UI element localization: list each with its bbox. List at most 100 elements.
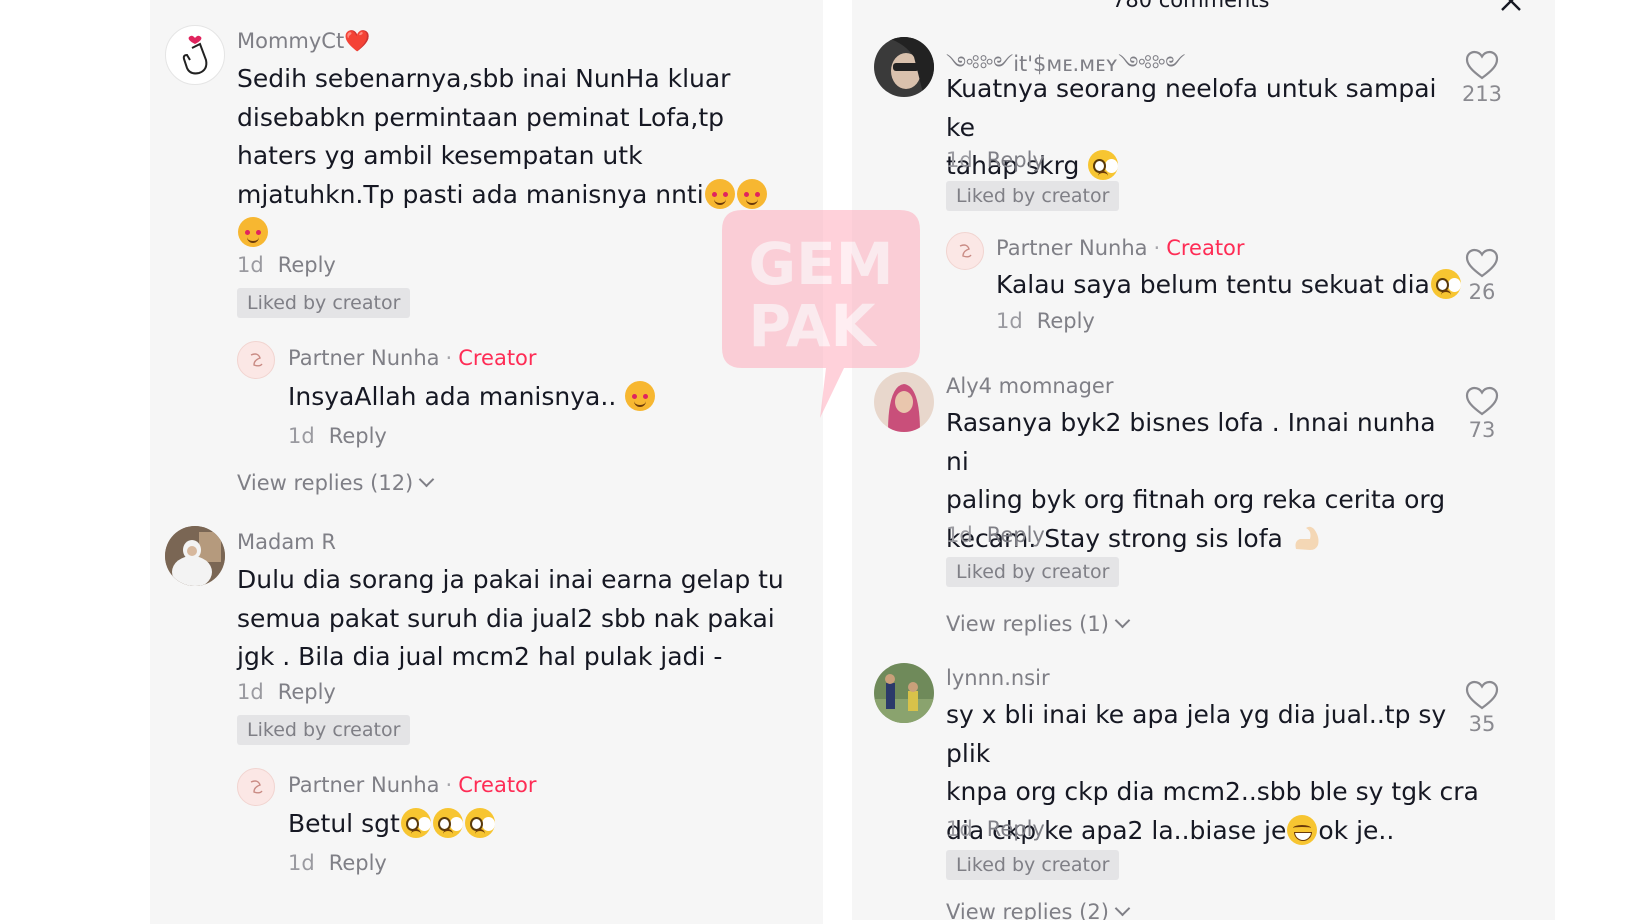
heart-icon — [1465, 680, 1499, 710]
flexed-biceps-emoji-icon — [1292, 523, 1326, 553]
like-button[interactable]: 35 — [1452, 680, 1512, 736]
speech-bubble-logo-icon: GEM PAK — [722, 210, 920, 418]
reply-button[interactable]: Reply — [987, 817, 1045, 841]
timestamp: 1d — [946, 817, 973, 841]
like-button[interactable]: 26 — [1452, 248, 1512, 304]
like-count: 26 — [1468, 280, 1496, 304]
reply-meta: 1d Reply — [288, 424, 387, 448]
comment-line: Sedih sebenarnya,sbb inai NunHa kluar — [237, 64, 731, 93]
comment-line: haters yg ambil kesempatan utk — [237, 141, 643, 170]
creator-badge: Creator — [458, 773, 537, 797]
avatar-lynnn-nsir[interactable] — [874, 663, 934, 723]
reply-button[interactable]: Reply — [329, 851, 387, 875]
like-count: 213 — [1461, 82, 1503, 106]
comment-line: mjatuhkn.Tp pasti ada manisnya nnti — [237, 179, 704, 209]
username[interactable]: Partner Nunha — [288, 346, 440, 370]
reply-username-line: Partner Nunha · Creator — [288, 773, 537, 797]
avatar-partner-nunha[interactable] — [946, 232, 984, 270]
comment-line: jgk . Bila dia jual mcm2 hal pulak jadi … — [237, 642, 723, 671]
timestamp: 1d — [288, 851, 315, 875]
reply-button[interactable]: Reply — [278, 253, 336, 277]
reply-button[interactable]: Reply — [987, 523, 1045, 547]
timestamp: 1d — [237, 253, 264, 277]
avatar-madam-r[interactable] — [165, 526, 225, 586]
reply-button[interactable]: Reply — [278, 680, 336, 704]
separator-dot: · — [445, 773, 453, 797]
pleading-face-emoji-icon — [464, 808, 495, 838]
reply-text: Betul sgt — [288, 805, 496, 844]
separator-dot: · — [1153, 236, 1161, 260]
grinning-sweat-emoji-icon — [1287, 814, 1318, 845]
reply-button[interactable]: Reply — [987, 148, 1045, 172]
like-button[interactable]: 213 — [1452, 50, 1512, 106]
reply-text: Kalau saya belum tentu sekuat dia — [996, 266, 1462, 305]
creator-badge: Creator — [1166, 236, 1245, 260]
comment-line: semua pakat suruh dia jual2 sbb nak paka… — [237, 603, 775, 633]
username[interactable]: MommyCt❤️ — [237, 29, 370, 54]
view-replies-label: View replies (1) — [946, 612, 1109, 636]
watermark-line2: PAK — [748, 292, 877, 360]
avatar-mommyct[interactable] — [165, 25, 225, 85]
liked-by-creator-badge: Liked by creator — [946, 850, 1120, 880]
pleading-face-emoji-icon — [1088, 150, 1119, 180]
comment-meta: 1d Reply — [237, 253, 336, 277]
reply-button[interactable]: Reply — [329, 424, 387, 448]
username[interactable]: Aly4 momnager — [946, 374, 1114, 398]
timestamp: 1d — [946, 148, 973, 172]
like-count: 73 — [1468, 418, 1496, 442]
reply-username-line: Partner Nunha · Creator — [288, 346, 537, 370]
comment-line: disebabkn permintaan peminat Lofa,tp — [237, 102, 724, 132]
right-comment-panel: 780 comments ༺༻it'$ᴍᴇ.ᴍᴇʏ༺༻ Kuatnya seor… — [852, 0, 1555, 920]
view-replies-button[interactable]: View replies (2) — [946, 900, 1131, 920]
avatar-partner-nunha[interactable] — [237, 341, 275, 379]
smiling-hearts-emoji-icon — [704, 178, 735, 209]
reply-meta: 1d Reply — [996, 309, 1095, 333]
timestamp: 1d — [946, 523, 973, 547]
comment-meta: 1d Reply — [946, 523, 1045, 547]
like-count: 35 — [1468, 712, 1496, 736]
comment-line: paling byk org fitnah org reka cerita or… — [946, 485, 1446, 514]
smiling-hearts-emoji-icon — [625, 381, 656, 411]
username[interactable]: Partner Nunha — [288, 773, 440, 797]
comment-line: Dulu dia sorang ja pakai inai earna gela… — [237, 565, 784, 594]
comment-text: Dulu dia sorang ja pakai inai earna gela… — [237, 561, 807, 677]
avatar-partner-nunha[interactable] — [237, 768, 275, 806]
reply-text-content: Kalau saya belum tentu sekuat dia — [996, 270, 1430, 299]
heart-icon — [1465, 50, 1499, 80]
comment-meta: 1d Reply — [237, 680, 336, 704]
creator-badge: Creator — [458, 346, 537, 370]
smiling-hearts-emoji-icon — [238, 217, 268, 247]
comment-line: sy x bli inai ke apa jela yg dia jual..t… — [946, 700, 1447, 768]
username[interactable]: lynnn.nsir — [946, 666, 1050, 690]
comment-line: knpa org ckp dia mcm2..sbb ble sy tgk cr… — [946, 777, 1479, 806]
smiling-hearts-emoji-icon — [736, 178, 767, 209]
user-photo-icon — [165, 526, 225, 586]
comment-line: Rasanya byk2 bisnes lofa . Innai nunha n… — [946, 408, 1436, 476]
reply-text-content: InsyaAllah ada manisnya.. — [288, 382, 617, 411]
avatar-itsme-mey[interactable] — [874, 37, 934, 97]
user-photo-icon — [874, 663, 934, 723]
brand-logo-icon — [959, 244, 972, 258]
brand-logo-icon — [250, 780, 263, 794]
chevron-down-icon — [1114, 900, 1131, 917]
comment-line: Kuatnya seorang neelofa untuk sampai ke — [946, 74, 1437, 142]
username[interactable]: Partner Nunha — [996, 236, 1148, 260]
reply-button[interactable]: Reply — [1037, 309, 1095, 333]
view-replies-button[interactable]: View replies (12) — [237, 471, 435, 495]
close-icon[interactable] — [1500, 0, 1522, 14]
view-replies-button[interactable]: View replies (1) — [946, 612, 1131, 636]
like-button[interactable]: 73 — [1452, 386, 1512, 442]
comment-meta: 1d Reply — [946, 148, 1045, 172]
timestamp: 1d — [996, 309, 1023, 333]
comment-count: 780 comments — [1112, 0, 1270, 12]
reply-meta: 1d Reply — [288, 851, 387, 875]
user-photo-icon — [874, 37, 934, 97]
pleading-face-emoji-icon — [400, 808, 431, 838]
chevron-down-icon — [418, 471, 435, 488]
username[interactable]: Madam R — [237, 530, 336, 554]
view-replies-label: View replies (12) — [237, 471, 414, 495]
liked-by-creator-badge: Liked by creator — [946, 557, 1120, 587]
reply-text: InsyaAllah ada manisnya.. — [288, 378, 656, 417]
liked-by-creator-badge: Liked by creator — [946, 181, 1120, 211]
comment-line: ok je.. — [1318, 815, 1395, 845]
